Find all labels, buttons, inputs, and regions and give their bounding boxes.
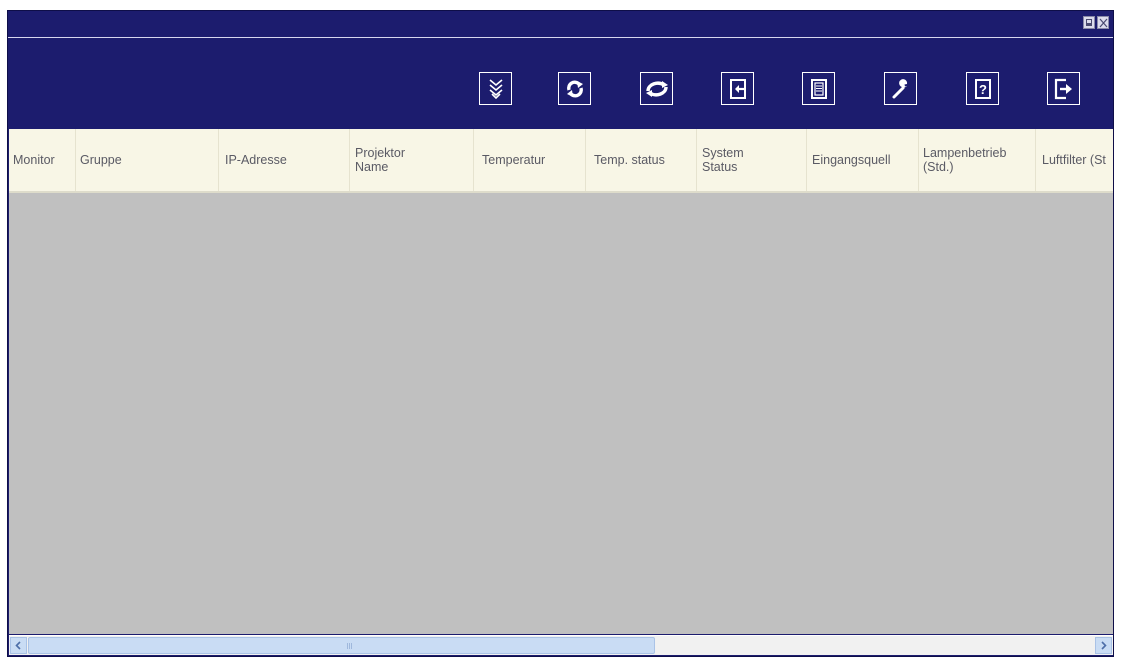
column-label: Gruppe (80, 152, 122, 167)
refresh-icon (566, 80, 583, 97)
settings-button[interactable] (884, 72, 917, 105)
column-header-monitor[interactable]: Monitor (9, 129, 76, 191)
refresh-all-button[interactable] (640, 72, 673, 105)
column-label: Temperatur (482, 152, 546, 167)
scrollbar-thumb[interactable] (28, 637, 655, 654)
table-header: Monitor Gruppe IP-Adresse Projektor Name … (9, 129, 1113, 193)
column-label: Monitor (13, 152, 55, 167)
chevron-down-double-icon (488, 78, 503, 99)
svg-text:?: ? (979, 82, 987, 97)
close-button[interactable] (1097, 16, 1109, 29)
column-header-projektor-name[interactable]: Projektor Name (350, 129, 474, 191)
import-icon (729, 78, 746, 99)
column-header-temp-status[interactable]: Temp. status (586, 129, 697, 191)
scroll-right-button[interactable] (1095, 637, 1112, 654)
column-label: Luftfilter (St (1042, 152, 1106, 167)
exit-icon (1054, 78, 1072, 99)
column-header-eingangsquell[interactable]: Eingangsquell (807, 129, 919, 191)
chevron-left-icon (15, 641, 21, 650)
help-button[interactable]: ? (966, 72, 999, 105)
column-label-line2: (Std.) (923, 160, 954, 174)
projector-table: Monitor Gruppe IP-Adresse Projektor Name … (9, 129, 1113, 634)
table-body[interactable] (9, 193, 1113, 634)
wrench-icon (892, 78, 907, 98)
column-label: System (702, 145, 744, 160)
document-button[interactable] (802, 72, 835, 105)
column-header-ip-adresse[interactable]: IP-Adresse (219, 129, 350, 191)
refresh-button[interactable] (558, 72, 591, 105)
column-header-lampenbetrieb[interactable]: Lampenbetrieb (Std.) (919, 129, 1036, 191)
exit-button[interactable] (1047, 72, 1080, 105)
column-label: IP-Adresse (225, 152, 287, 167)
scrollbar-grip (347, 643, 353, 649)
expand-all-button[interactable] (479, 72, 512, 105)
minimize-button[interactable] (1083, 16, 1095, 29)
column-label: Projektor (355, 145, 406, 160)
chevron-right-icon (1101, 641, 1107, 650)
column-header-temperatur[interactable]: Temperatur (474, 129, 586, 191)
column-header-system-status[interactable]: System Status (697, 129, 807, 191)
document-icon (810, 78, 827, 99)
horizontal-scrollbar[interactable] (9, 635, 1113, 655)
column-label-line2: Name (355, 160, 389, 174)
column-label-line2: Status (702, 160, 738, 174)
column-label: Eingangsquell (812, 152, 891, 167)
close-icon (1099, 18, 1108, 28)
column-header-luftfilter[interactable]: Luftfilter (St (1036, 129, 1113, 191)
column-label: Lampenbetrieb (923, 145, 1007, 160)
title-bar[interactable] (8, 11, 1113, 38)
column-header-gruppe[interactable]: Gruppe (76, 129, 219, 191)
import-button[interactable] (721, 72, 754, 105)
app-window: ? Monitor Gruppe IP-Adresse Projektor Nam… (7, 10, 1114, 657)
help-icon: ? (974, 78, 991, 99)
toolbar: ? (8, 38, 1113, 130)
window-controls (1083, 16, 1109, 29)
refresh-all-icon (645, 80, 668, 97)
scroll-left-button[interactable] (10, 637, 27, 654)
column-label: Temp. status (594, 152, 665, 167)
